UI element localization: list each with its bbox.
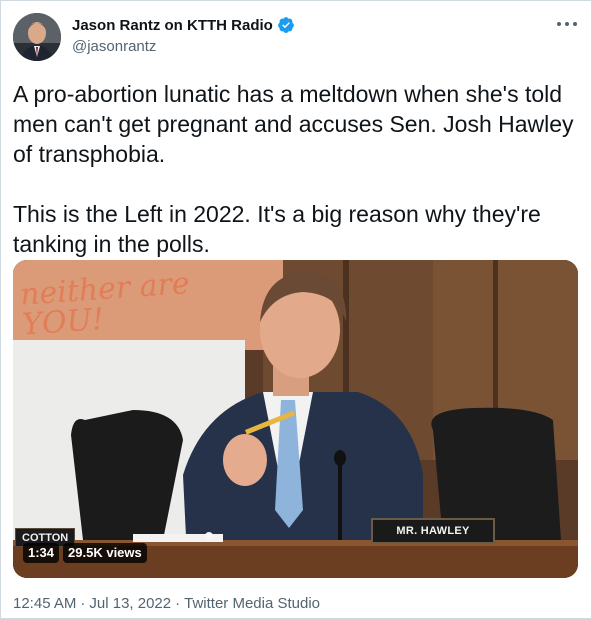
tweet-time[interactable]: 12:45 AM xyxy=(13,595,76,612)
avatar-image xyxy=(13,13,61,61)
separator-dot: · xyxy=(80,595,86,612)
avatar[interactable] xyxy=(13,13,61,61)
author-name-row[interactable]: Jason Rantz on KTTH Radio xyxy=(72,16,295,34)
more-dot xyxy=(573,22,577,26)
tweet-timestamp-row: 12:45 AM · Jul 13, 2022 · Twitter Media … xyxy=(13,595,320,612)
tweet-text: A pro-abortion lunatic has a meltdown wh… xyxy=(13,81,574,257)
tweet-date[interactable]: Jul 13, 2022 xyxy=(89,595,171,612)
video-duration-badge: 1:34 xyxy=(23,543,60,563)
more-dot xyxy=(557,22,561,26)
more-dot xyxy=(565,22,569,26)
nameplate-hawley: MR. HAWLEY xyxy=(371,518,495,544)
video-views-badge: 29.5K views xyxy=(63,543,147,563)
more-horizontal-icon[interactable] xyxy=(557,17,577,31)
author-display-name[interactable]: Jason Rantz on KTTH Radio xyxy=(72,17,273,34)
author-handle[interactable]: @jasonrantz xyxy=(72,38,156,55)
separator-dot: · xyxy=(175,595,181,612)
video-player[interactable]: neither are YOU! COTTON MR. HAWLEY 1:34 … xyxy=(13,260,578,578)
tweet-source[interactable]: Twitter Media Studio xyxy=(184,595,320,612)
verified-badge-icon xyxy=(277,17,294,33)
tweet-card: Jason Rantz on KTTH Radio @jasonrantz A … xyxy=(0,0,592,619)
video-badges: 1:34 29.5K views xyxy=(23,543,147,563)
